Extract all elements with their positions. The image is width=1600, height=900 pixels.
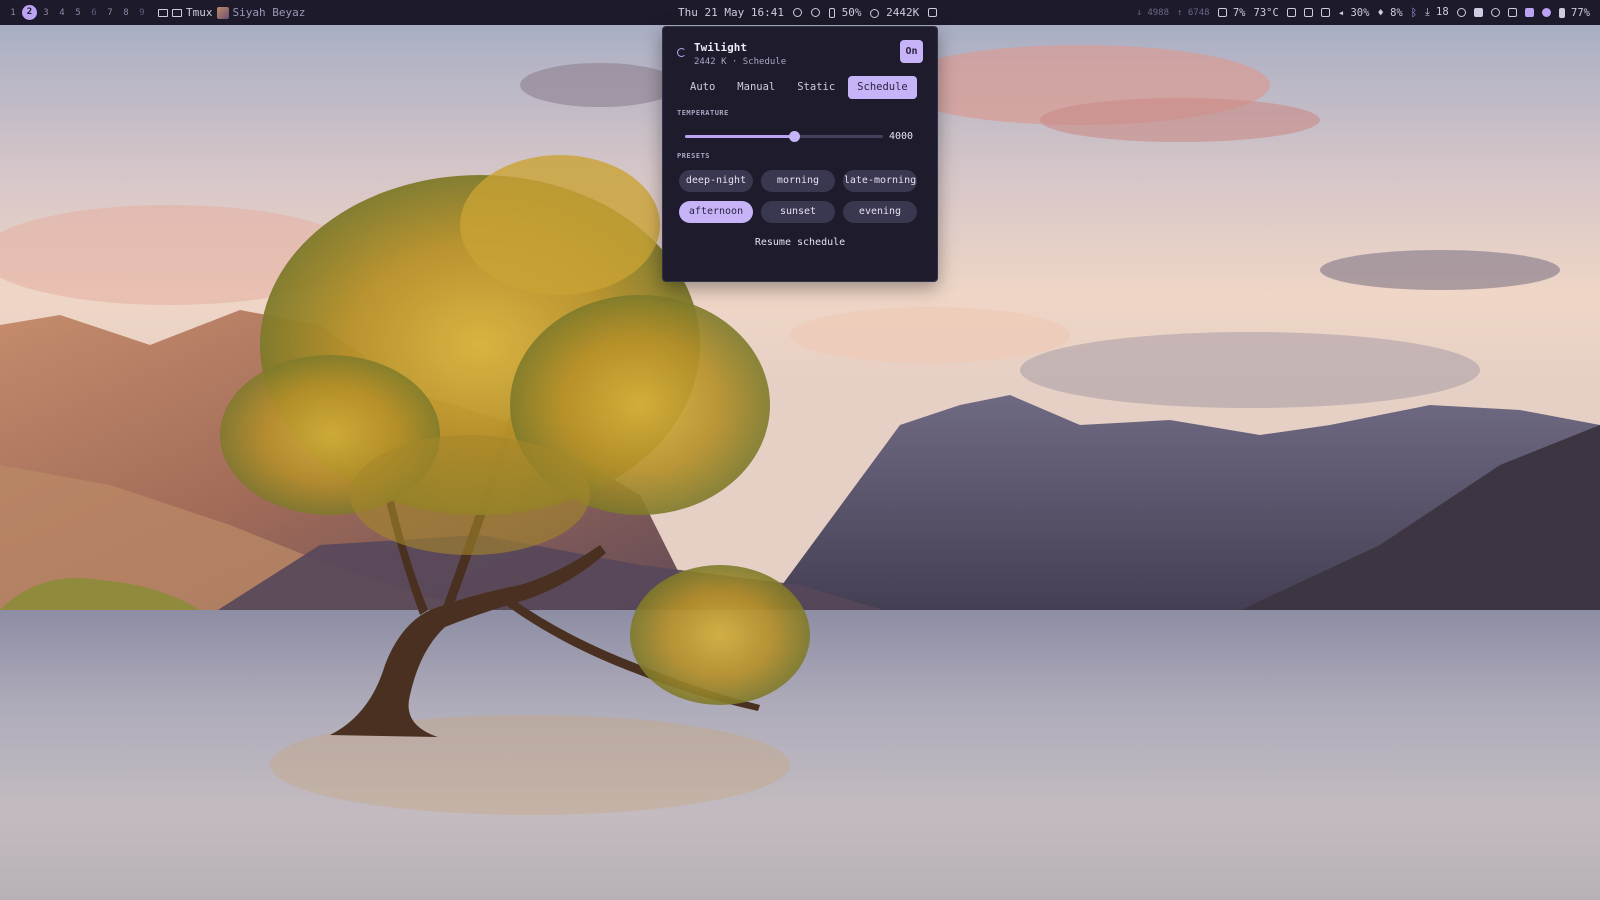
top-bar: 1 2 3 4 5 6 7 8 9 Tmux Siyah Beyaz Thu 2… xyxy=(0,0,1600,25)
workspace-9[interactable]: 9 xyxy=(134,5,150,21)
cpu-icon xyxy=(1217,8,1227,17)
monitor-icon[interactable] xyxy=(1286,8,1296,17)
workspace-8[interactable]: 8 xyxy=(118,5,134,21)
terminal-icon xyxy=(172,8,182,17)
twilight-indicator[interactable]: 2442K xyxy=(870,6,919,19)
circle-icon[interactable] xyxy=(1490,8,1500,17)
workspace-5[interactable]: 5 xyxy=(70,5,86,21)
net-up: ↑ 6748 xyxy=(1177,7,1210,18)
eye-off-icon[interactable] xyxy=(810,8,820,17)
preset-deep-night[interactable]: deep-night xyxy=(679,170,753,192)
resume-schedule-button[interactable]: Resume schedule xyxy=(677,237,923,248)
clipboard-icon[interactable] xyxy=(1320,8,1330,17)
temperature-slider-fill xyxy=(685,135,794,138)
phone-battery-value: 50% xyxy=(841,6,862,19)
temperature-slider-handle[interactable] xyxy=(788,131,800,142)
active-window-info: Tmux Siyah Beyaz xyxy=(158,6,305,19)
bell-icon[interactable] xyxy=(792,8,802,17)
preset-morning[interactable]: morning xyxy=(761,170,835,192)
preset-afternoon[interactable]: afternoon xyxy=(679,201,753,223)
notes-icon[interactable] xyxy=(1473,8,1483,17)
temperature-label: TEMPERATURE xyxy=(677,109,729,117)
net-down: ↓ 4988 xyxy=(1136,7,1170,18)
volume-icon[interactable]: ◂ xyxy=(1338,7,1344,19)
twilight-title: Twilight xyxy=(694,41,747,54)
preset-sunset[interactable]: sunset xyxy=(761,201,835,223)
preset-evening[interactable]: evening xyxy=(843,201,917,223)
twilight-subtitle: 2442 K · Schedule xyxy=(694,57,787,67)
mode-static[interactable]: Static xyxy=(788,76,844,99)
layout-icon[interactable] xyxy=(158,8,168,17)
workspace-6[interactable]: 6 xyxy=(86,5,102,21)
phone-battery-icon xyxy=(828,8,835,18)
workspace-7[interactable]: 7 xyxy=(102,5,118,21)
twilight-popup: Twilight 2442 K · Schedule On Auto Manua… xyxy=(662,26,938,282)
shield-icon[interactable] xyxy=(1541,8,1551,17)
updates-count[interactable]: 18 xyxy=(1436,6,1449,18)
cpu-value: 7% xyxy=(1232,6,1246,19)
temperature-value: 4000 xyxy=(889,131,914,142)
center-status: Thu 21 May 16:41 50% 2442K xyxy=(678,0,938,25)
system-tray: ↓ 4988 ↑ 6748 7% 73°C ◂ 30% ♦ 8% ᛒ ⤓ 18 … xyxy=(1137,0,1591,25)
moon-icon xyxy=(870,8,880,18)
bluetooth-icon[interactable]: ᛒ xyxy=(1411,7,1417,19)
music-cover-icon xyxy=(216,6,229,19)
volume-value: 30% xyxy=(1350,6,1370,19)
download-icon: ⤓ xyxy=(1425,6,1430,18)
workspace-switcher: 1 2 3 4 5 6 7 8 9 Tmux Siyah Beyaz xyxy=(0,5,305,21)
temperature-slider[interactable] xyxy=(685,131,883,142)
temperature-slider-row: 4000 xyxy=(685,131,923,142)
mode-auto[interactable]: Auto xyxy=(681,76,724,99)
mic-icon[interactable]: ♦ xyxy=(1377,7,1383,19)
workspace-4[interactable]: 4 xyxy=(54,5,70,21)
presets-label: PRESETS xyxy=(677,152,711,160)
media-title[interactable]: Siyah Beyaz xyxy=(233,6,306,19)
globe-icon[interactable] xyxy=(1456,8,1466,17)
preset-late-morning[interactable]: late-morning xyxy=(843,170,917,192)
mode-tabs: Auto Manual Static Schedule xyxy=(681,76,923,99)
workspace-1[interactable]: 1 xyxy=(5,5,21,21)
mode-manual[interactable]: Manual xyxy=(728,76,784,99)
workspace-3[interactable]: 3 xyxy=(38,5,54,21)
moon-icon xyxy=(677,48,686,57)
preset-grid: deep-night morning late-morning afternoo… xyxy=(679,170,923,223)
keyboard-icon[interactable] xyxy=(928,8,938,17)
twilight-toggle-button[interactable]: On xyxy=(900,40,923,63)
image-icon[interactable] xyxy=(1303,8,1313,17)
twilight-header: Twilight 2442 K · Schedule On xyxy=(677,39,923,67)
twilight-temp-value: 2442K xyxy=(886,6,920,19)
mic-value: 8% xyxy=(1390,6,1403,19)
cpu-temp-value: 73°C xyxy=(1253,6,1279,19)
window-app-name: Tmux xyxy=(186,6,213,19)
terminal-tray-icon[interactable] xyxy=(1507,8,1517,17)
battery-value: 77% xyxy=(1571,6,1590,19)
workspace-2[interactable]: 2 xyxy=(22,5,37,20)
menu-icon[interactable] xyxy=(1524,8,1534,17)
battery-icon xyxy=(1558,7,1565,18)
clock[interactable]: Thu 21 May 16:41 xyxy=(678,6,784,19)
mode-schedule[interactable]: Schedule xyxy=(848,76,917,99)
